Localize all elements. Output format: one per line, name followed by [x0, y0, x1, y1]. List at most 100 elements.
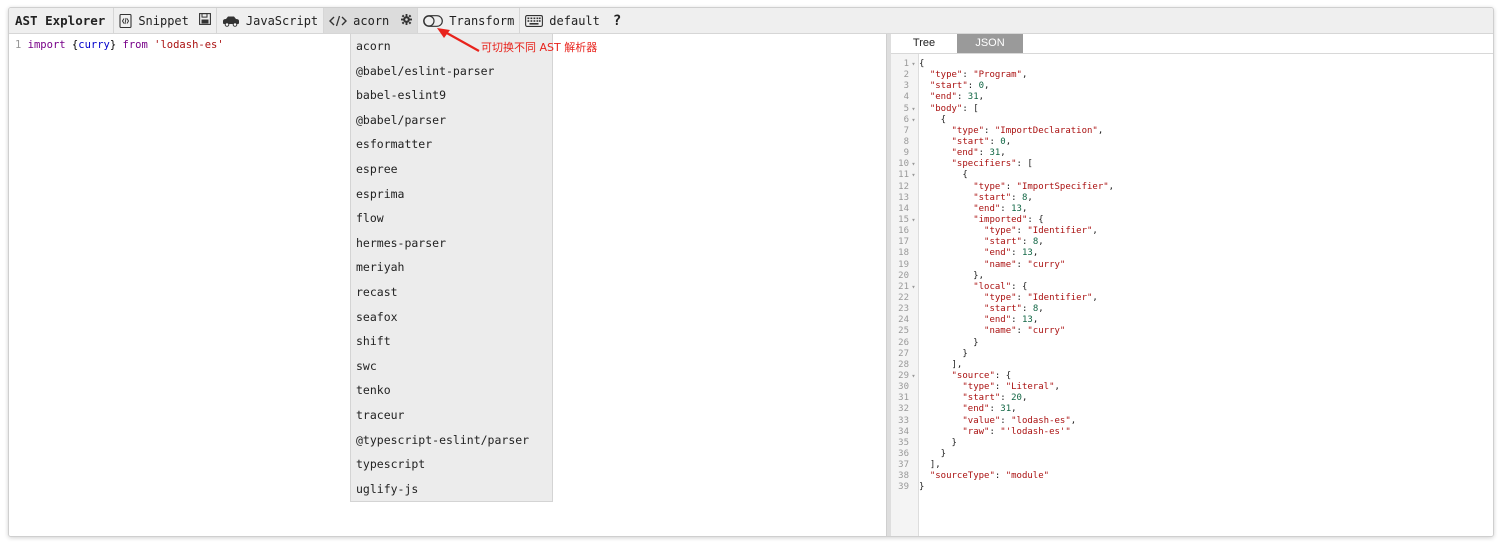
- parser-option[interactable]: typescript: [351, 452, 552, 477]
- json-line-text: "raw": "'lodash-es'": [962, 426, 1071, 437]
- fold-arrow-icon[interactable]: ▾: [909, 59, 918, 70]
- json-line[interactable]: 30 "type": "Literal",: [891, 382, 1491, 393]
- json-line-text: {: [919, 114, 947, 125]
- json-line-text: "start": 0,: [951, 136, 1012, 147]
- json-line[interactable]: 18 "end": 13,: [891, 248, 1491, 259]
- json-line[interactable]: 32 "end": 31,: [891, 404, 1491, 415]
- json-line-number: 1: [903, 59, 909, 69]
- json-line[interactable]: 34 "raw": "'lodash-es'": [891, 427, 1491, 438]
- json-line-number: 23: [898, 304, 909, 315]
- json-line-text: "type": "Identifier",: [984, 292, 1098, 303]
- json-line[interactable]: 15 ▾ "imported": {: [891, 215, 1491, 226]
- json-line[interactable]: 23 "start": 8,: [891, 304, 1491, 315]
- editor-line[interactable]: 1 import {curry} from 'lodash-es': [15, 39, 224, 51]
- parser-option[interactable]: traceur: [351, 403, 552, 428]
- fold-arrow-icon[interactable]: ▾: [909, 371, 918, 382]
- json-line-text: ],: [919, 460, 941, 471]
- json-line-number: 30: [898, 382, 909, 393]
- parser-option[interactable]: flow: [351, 206, 552, 231]
- parser-option[interactable]: @typescript-eslint/parser: [351, 428, 552, 453]
- json-line[interactable]: 33 "value": "lodash-es",: [891, 416, 1491, 427]
- json-line[interactable]: 14 "end": 13,: [891, 204, 1491, 215]
- json-line[interactable]: 25 "name": "curry": [891, 326, 1491, 337]
- json-line[interactable]: 24 "end": 13,: [891, 315, 1491, 326]
- parser-option[interactable]: shift: [351, 329, 552, 354]
- parser-label: acorn: [353, 13, 390, 28]
- json-line[interactable]: 8 "start": 0,: [891, 137, 1491, 148]
- snippet-label: Snippet: [138, 13, 189, 28]
- json-line[interactable]: 1 ▾{: [891, 59, 1491, 70]
- parser-option[interactable]: espree: [351, 157, 552, 182]
- language-button[interactable]: JavaScript: [215, 8, 323, 33]
- json-line-text: "end": 13,: [984, 248, 1039, 259]
- fold-arrow-icon[interactable]: ▾: [909, 170, 918, 181]
- json-line[interactable]: 16 "type": "Identifier",: [891, 226, 1491, 237]
- json-line[interactable]: 26 }: [891, 338, 1491, 349]
- json-line[interactable]: 4 "end": 31,: [891, 92, 1491, 103]
- json-line[interactable]: 22 "type": "Identifier",: [891, 293, 1491, 304]
- json-line-number: 21: [898, 281, 909, 292]
- json-line[interactable]: 11 ▾ {: [891, 170, 1491, 181]
- json-line-text: "type": "Program",: [929, 70, 1028, 81]
- json-line[interactable]: 37 ],: [891, 460, 1491, 471]
- json-line[interactable]: 38 "sourceType": "module": [891, 471, 1491, 482]
- parser-option[interactable]: swc: [351, 354, 552, 379]
- json-line[interactable]: 6 ▾ {: [891, 115, 1491, 126]
- fold-arrow-icon[interactable]: ▾: [909, 215, 918, 226]
- parser-option[interactable]: hermes-parser: [351, 231, 552, 256]
- parser-option[interactable]: seafox: [351, 305, 552, 330]
- parser-option[interactable]: recast: [351, 280, 552, 305]
- parser-button[interactable]: acorn: [323, 8, 418, 33]
- fold-arrow-icon[interactable]: ▾: [909, 115, 918, 126]
- json-line-number: 8: [903, 136, 909, 147]
- json-line-number: 25: [898, 326, 909, 337]
- snippet-button[interactable]: Snippet: [113, 8, 194, 33]
- parser-option[interactable]: @babel/eslint-parser: [351, 59, 552, 84]
- json-line-text: "name": "curry": [984, 259, 1066, 270]
- parser-option[interactable]: uglify-js: [351, 477, 552, 502]
- json-line[interactable]: 20 },: [891, 271, 1491, 282]
- parser-option[interactable]: tenko: [351, 378, 552, 403]
- keymap-button[interactable]: default: [519, 8, 605, 33]
- json-line-number: 18: [898, 248, 909, 259]
- json-line[interactable]: 27 }: [891, 349, 1491, 360]
- fold-arrow-icon[interactable]: ▾: [909, 282, 918, 293]
- parser-option[interactable]: babel-eslint9: [351, 83, 552, 108]
- json-line-number: 39: [898, 482, 909, 493]
- json-line[interactable]: 35 }: [891, 438, 1491, 449]
- json-line[interactable]: 31 "start": 20,: [891, 393, 1491, 404]
- json-line-number: 16: [898, 226, 909, 237]
- json-line[interactable]: 19 "name": "curry": [891, 260, 1491, 271]
- help-button[interactable]: ?: [605, 8, 629, 33]
- json-line[interactable]: 29 ▾ "source": {: [891, 371, 1491, 382]
- json-line[interactable]: 5 ▾ "body": [: [891, 104, 1491, 115]
- json-line[interactable]: 13 "start": 8,: [891, 193, 1491, 204]
- fold-arrow-icon[interactable]: ▾: [909, 104, 918, 115]
- parser-option[interactable]: esprima: [351, 182, 552, 207]
- tab-tree[interactable]: Tree: [891, 34, 957, 53]
- json-line[interactable]: 28 ],: [891, 360, 1491, 371]
- json-line[interactable]: 10 ▾ "specifiers": [: [891, 159, 1491, 170]
- json-line[interactable]: 17 "start": 8,: [891, 237, 1491, 248]
- json-line[interactable]: 3 "start": 0,: [891, 81, 1491, 92]
- json-line[interactable]: 7 "type": "ImportDeclaration",: [891, 126, 1491, 137]
- parser-option[interactable]: @babel/parser: [351, 108, 552, 133]
- json-line[interactable]: 36 }: [891, 449, 1491, 460]
- toggle-icon: [423, 14, 444, 27]
- gear-icon[interactable]: [401, 13, 413, 28]
- json-line[interactable]: 9 "end": 31,: [891, 148, 1491, 159]
- parser-option[interactable]: esformatter: [351, 132, 552, 157]
- json-line[interactable]: 12 "type": "ImportSpecifier",: [891, 182, 1491, 193]
- json-line-number: 33: [898, 415, 909, 426]
- json-line-number: 7: [903, 125, 909, 136]
- json-line[interactable]: 21 ▾ "local": {: [891, 282, 1491, 293]
- json-line[interactable]: 2 "type": "Program",: [891, 70, 1491, 81]
- json-line[interactable]: 39}: [891, 482, 1491, 493]
- save-button[interactable]: [194, 8, 216, 33]
- tab-json[interactable]: JSON: [957, 34, 1023, 53]
- car-icon: [222, 15, 240, 27]
- parser-option[interactable]: meriyah: [351, 255, 552, 280]
- json-output[interactable]: 1 ▾{2 "type": "Program", 3 "start": 0, 4 "e…: [891, 59, 1491, 493]
- json-line-text: "start": 8,: [984, 237, 1044, 248]
- fold-arrow-icon[interactable]: ▾: [909, 159, 918, 170]
